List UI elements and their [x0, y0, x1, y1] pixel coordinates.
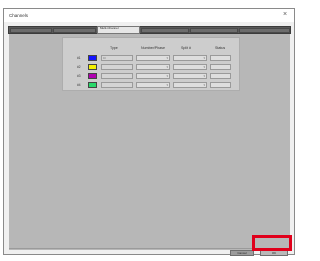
- table-row: #4 ▾ ▾: [63, 82, 239, 89]
- tab-2[interactable]: [53, 28, 96, 33]
- color-swatch[interactable]: [88, 82, 97, 88]
- tab-multi-channel[interactable]: Multi-Channel: [97, 26, 140, 34]
- close-icon[interactable]: ×: [281, 11, 289, 19]
- column-header-type: Type: [110, 46, 118, 50]
- status-field[interactable]: [210, 73, 231, 79]
- phase-dropdown[interactable]: ▾: [136, 73, 170, 79]
- bottom-divider: [9, 248, 290, 249]
- chevron-down-icon: ▾: [166, 56, 168, 60]
- channel-name-field[interactable]: Cr: [101, 55, 133, 61]
- split-dropdown[interactable]: ▾: [173, 73, 207, 79]
- channels-dialog: Channels × Multi-Channel Type Number/Pha…: [3, 8, 295, 256]
- color-swatch[interactable]: [88, 64, 97, 70]
- ok-button-highlight: [252, 235, 292, 251]
- column-header-status: Status: [215, 46, 226, 50]
- channel-table: Type Number/Phase Split # Status #1 Cr ▾…: [62, 37, 240, 91]
- tab-6[interactable]: [239, 28, 290, 33]
- cancel-button[interactable]: Cancel: [230, 250, 254, 256]
- tab-content-panel: Type Number/Phase Split # Status #1 Cr ▾…: [9, 34, 290, 250]
- row-number: #3: [77, 74, 81, 78]
- dialog-title: Channels: [9, 13, 29, 18]
- chevron-down-icon: ▾: [203, 65, 205, 69]
- split-dropdown[interactable]: ▾: [173, 64, 207, 70]
- channel-name-field[interactable]: [101, 82, 133, 88]
- status-field[interactable]: [210, 82, 231, 88]
- chevron-down-icon: ▾: [203, 83, 205, 87]
- phase-dropdown[interactable]: ▾: [136, 55, 170, 61]
- table-row: #3 ▾ ▾: [63, 73, 239, 80]
- column-header-split: Split #: [181, 46, 191, 50]
- chevron-down-icon: ▾: [203, 56, 205, 60]
- column-header-phase: Number/Phase: [141, 46, 165, 50]
- table-row: #2 ▾ ▾: [63, 64, 239, 71]
- chevron-down-icon: ▾: [203, 74, 205, 78]
- row-number: #4: [77, 83, 81, 87]
- status-field[interactable]: [210, 64, 231, 70]
- tab-5[interactable]: [190, 28, 238, 33]
- chevron-down-icon: ▾: [166, 83, 168, 87]
- split-dropdown[interactable]: ▾: [173, 82, 207, 88]
- chevron-down-icon: ▾: [166, 74, 168, 78]
- channel-name-field[interactable]: [101, 73, 133, 79]
- row-number: #1: [77, 56, 81, 60]
- row-number: #2: [77, 65, 81, 69]
- table-row: #1 Cr ▾ ▾: [63, 55, 239, 62]
- title-bar: Channels ×: [4, 9, 294, 22]
- split-dropdown[interactable]: ▾: [173, 55, 207, 61]
- phase-dropdown[interactable]: ▾: [136, 64, 170, 70]
- color-swatch[interactable]: [88, 55, 97, 61]
- tab-strip: Multi-Channel: [8, 26, 291, 34]
- tab-1[interactable]: [10, 28, 52, 33]
- status-field[interactable]: [210, 55, 231, 61]
- channel-name-field[interactable]: [101, 64, 133, 70]
- color-swatch[interactable]: [88, 73, 97, 79]
- tab-4[interactable]: [141, 28, 189, 33]
- chevron-down-icon: ▾: [166, 65, 168, 69]
- phase-dropdown[interactable]: ▾: [136, 82, 170, 88]
